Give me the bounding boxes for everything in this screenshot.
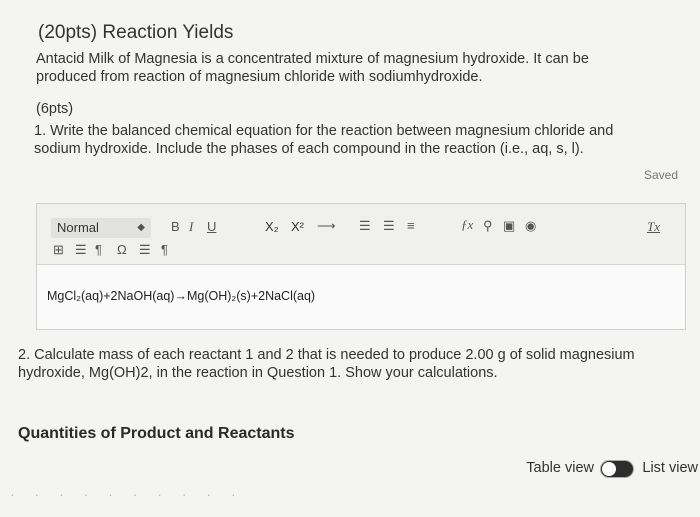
image-icon[interactable]: ▣ — [503, 218, 515, 234]
list-view-label[interactable]: List view — [642, 460, 698, 476]
clear-format-button[interactable]: Tx — [647, 219, 660, 235]
arrow-button[interactable]: ⟶ — [317, 218, 336, 234]
italic-button[interactable]: I — [189, 219, 193, 235]
embed-icon[interactable]: ◉ — [525, 218, 536, 234]
question-2: 2. Calculate mass of each reactant 1 and… — [18, 347, 635, 381]
bold-button[interactable]: B — [171, 219, 180, 234]
text-direction-icon[interactable]: ¶ — [95, 242, 102, 257]
format-select-value: Normal — [57, 220, 99, 235]
points-label: (6pts) — [36, 101, 74, 117]
special-char-icon[interactable]: Ω — [117, 242, 127, 257]
subscript-button[interactable]: X₂ — [265, 219, 279, 234]
bullet-list-icon[interactable]: ☰ — [383, 218, 395, 234]
switch-knob — [602, 462, 616, 476]
superscript-button[interactable]: X² — [291, 219, 304, 234]
underline-button[interactable]: U — [207, 219, 216, 234]
align-icon[interactable]: ≡ — [407, 218, 415, 233]
section-heading: Quantities of Product and Reactants — [18, 425, 295, 442]
formula-icon[interactable]: ƒx — [461, 217, 473, 233]
table-view-label[interactable]: Table view — [526, 460, 594, 476]
list-indent-icon[interactable]: ☰ — [139, 242, 151, 258]
view-switch[interactable] — [600, 460, 634, 478]
link-icon[interactable]: ⚲ — [483, 218, 493, 234]
saved-status: Saved — [643, 168, 678, 182]
answer-content[interactable]: MgCl₂(aq)+2NaOH(aq)→Mg(OH)₂(s)+2NaCl(aq) — [37, 265, 685, 303]
format-select[interactable]: Normal ◆ — [51, 218, 151, 238]
ordered-list-icon[interactable]: ☰ — [359, 218, 371, 234]
question-1: 1. Write the balanced chemical equation … — [34, 123, 614, 157]
chevron-down-icon: ◆ — [137, 222, 145, 233]
intro-text: Antacid Milk of Magnesia is a concentrat… — [36, 51, 589, 85]
table-icon[interactable]: ⊞ — [53, 242, 64, 258]
page-title: (20pts) Reaction Yields — [38, 22, 234, 43]
editor-toolbar: Normal ◆ B I U X₂ X² ⟶ ☰ ☰ ≡ ƒx ⚲ ▣ ◉ Tx… — [37, 204, 685, 265]
divider-dots: · · · · · · · · · · — [10, 486, 244, 502]
paragraph-icon[interactable]: ¶ — [161, 242, 168, 257]
rich-text-editor: Normal ◆ B I U X₂ X² ⟶ ☰ ☰ ≡ ƒx ⚲ ▣ ◉ Tx… — [36, 203, 686, 330]
align-left-icon[interactable]: ☰ — [75, 242, 87, 258]
